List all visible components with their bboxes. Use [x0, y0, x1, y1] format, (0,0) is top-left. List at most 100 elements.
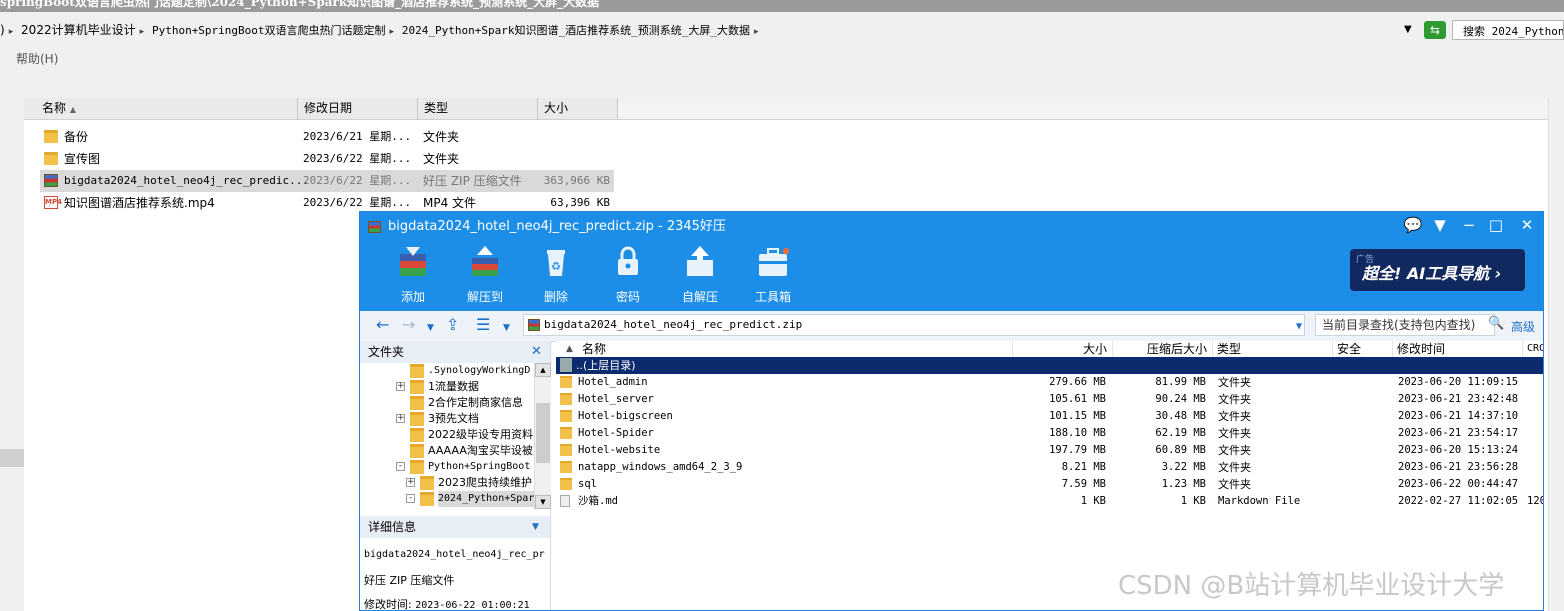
- back-arrow-icon[interactable]: ←: [376, 317, 389, 333]
- refresh-button[interactable]: ⇆: [1424, 21, 1446, 39]
- list-row[interactable]: Hotel-bigscreen 101.15 MB 30.48 MB 文件夹 2023-…: [556, 408, 1543, 425]
- chevron-right-icon[interactable]: ▸: [390, 27, 395, 37]
- menu-dropdown-icon[interactable]: ▼: [1428, 214, 1452, 236]
- tree-item-selected[interactable]: - 2024_Python+Spar: [360, 491, 535, 507]
- file-row[interactable]: 备份 2023/6/21 星期... 文件夹: [40, 126, 614, 148]
- close-icon[interactable]: ✕: [1515, 214, 1539, 236]
- list-col-packed[interactable]: 压缩后大小: [1112, 341, 1207, 358]
- address-dropdown-icon[interactable]: ▼: [1404, 24, 1412, 35]
- tree-item[interactable]: + 3预先文档: [360, 411, 535, 427]
- list-col-mtime[interactable]: 修改时间: [1392, 341, 1521, 358]
- minimize-icon[interactable]: −: [1457, 214, 1481, 236]
- in-archive-search-input[interactable]: 当前目录查找(支持包内查找): [1315, 314, 1495, 336]
- expand-icon[interactable]: +: [396, 414, 405, 423]
- file-name: bigdata2024_hotel_neo4j_rec_predic...: [64, 174, 310, 187]
- ad-banner[interactable]: 广告 超全! AI工具导航 ›: [1350, 249, 1525, 291]
- folder-icon: [410, 380, 424, 394]
- add-button[interactable]: 添加: [383, 242, 443, 304]
- scroll-up-icon[interactable]: ▲: [535, 363, 551, 377]
- lock-icon: [618, 246, 638, 275]
- self-extract-button[interactable]: 自解压: [670, 242, 730, 304]
- list-row[interactable]: natapp_windows_amd64_2_3_9 8.21 MB 3.22 MB…: [556, 459, 1543, 476]
- folder-icon: [410, 460, 424, 474]
- view-dropdown-icon[interactable]: ▼: [503, 320, 510, 336]
- breadcrumb-item[interactable]: 2022计算机毕业设计: [21, 23, 136, 37]
- tree-item[interactable]: .SynologyWorkingD: [360, 363, 535, 379]
- navigation-pane-selection[interactable]: [0, 449, 24, 467]
- item-crc: 120: [1527, 495, 1543, 507]
- list-row[interactable]: Hotel_server 105.61 MB 90.24 MB 文件夹 2023-06-…: [556, 391, 1543, 408]
- list-row[interactable]: sql 7.59 MB 1.23 MB 文件夹 2023-06-22 00:44:47: [556, 476, 1543, 493]
- tree-item[interactable]: - Python+SpringBoot: [360, 459, 535, 475]
- tree-item[interactable]: 2合作定制商家信息: [360, 395, 535, 411]
- chevron-right-icon[interactable]: ▸: [140, 27, 145, 37]
- list-col-security[interactable]: 安全: [1332, 341, 1391, 358]
- password-button[interactable]: 密码: [598, 242, 658, 304]
- list-row[interactable]: Hotel-website 197.79 MB 60.89 MB 文件夹 2023-06…: [556, 442, 1543, 459]
- breadcrumb-chevron-icon[interactable]: ): [0, 23, 5, 37]
- column-header-size[interactable]: 大小: [538, 98, 618, 119]
- chevron-right-icon[interactable]: ▸: [754, 27, 759, 37]
- path-dropdown-icon[interactable]: ▼: [1296, 317, 1302, 337]
- column-header-name[interactable]: 名称 ▲: [24, 98, 298, 119]
- view-list-icon[interactable]: ☰: [476, 317, 490, 333]
- zip-archive-icon: [44, 174, 58, 187]
- forward-arrow-icon[interactable]: →: [402, 317, 415, 333]
- collapse-icon[interactable]: -: [406, 494, 415, 503]
- tree-item[interactable]: + 1流量数据: [360, 379, 535, 395]
- expand-icon[interactable]: +: [396, 382, 405, 391]
- toolbox-button[interactable]: 工具箱: [743, 242, 803, 304]
- item-type: 文件夹: [1218, 444, 1251, 457]
- scroll-thumb[interactable]: [536, 403, 550, 463]
- breadcrumb-item[interactable]: 2024_Python+Spark知识图谱_酒店推荐系统_预测系统_大屏_大数据: [402, 24, 750, 37]
- scrollbar[interactable]: [1548, 98, 1564, 611]
- list-row[interactable]: Hotel_admin 279.66 MB 81.99 MB 文件夹 2023-06-2…: [556, 374, 1543, 391]
- menu-help[interactable]: 帮助(H): [16, 50, 58, 67]
- details-filetype: 好压 ZIP 压缩文件: [364, 574, 455, 587]
- search-icon[interactable]: 🔍: [1488, 316, 1504, 331]
- advanced-search-link[interactable]: 高级: [1511, 318, 1535, 335]
- chevron-right-icon[interactable]: ▸: [9, 27, 14, 37]
- tree-scrollbar[interactable]: ▲ ▼: [534, 363, 551, 509]
- search-input[interactable]: 搜索 2024_Python+: [1452, 20, 1564, 40]
- collapse-icon[interactable]: -: [396, 462, 405, 471]
- list-col-size[interactable]: 大小: [1012, 341, 1107, 358]
- tree-item[interactable]: AAAAA淘宝买毕设被: [360, 443, 535, 459]
- list-col-crc[interactable]: CRC: [1522, 341, 1543, 358]
- navigation-pane: [0, 98, 24, 611]
- file-row[interactable]: 宣传图 2023/6/22 星期... 文件夹: [40, 148, 614, 170]
- item-type: Markdown File: [1218, 495, 1301, 507]
- archive-path-field[interactable]: bigdata2024_hotel_neo4j_rec_predict.zip …: [523, 314, 1305, 336]
- item-size: 7.59 MB: [1061, 478, 1106, 490]
- list-row[interactable]: 沙箱.md 1 KB 1 KB Markdown File 2022-02-27 11:…: [556, 493, 1543, 510]
- up-folder-icon[interactable]: ⇪: [446, 317, 459, 333]
- column-header-type[interactable]: 类型: [418, 98, 538, 119]
- delete-button[interactable]: ♻ 删除: [526, 242, 586, 304]
- list-col-type[interactable]: 类型: [1212, 341, 1331, 358]
- scroll-down-icon[interactable]: ▼: [535, 495, 551, 509]
- item-packed: 60.89 MB: [1155, 444, 1206, 456]
- list-row[interactable]: Hotel-Spider 188.10 MB 62.19 MB 文件夹 2023-06-…: [556, 425, 1543, 442]
- folder-icon: [420, 492, 434, 506]
- maximize-icon[interactable]: □: [1484, 214, 1508, 236]
- file-type: 文件夹: [423, 152, 460, 166]
- details-dropdown-icon[interactable]: ▼: [532, 516, 539, 538]
- column-header-date[interactable]: 修改日期: [298, 98, 418, 119]
- tree-item[interactable]: + 2023爬虫持续维护: [360, 475, 535, 491]
- history-dropdown-icon[interactable]: ▼: [427, 320, 434, 336]
- extract-to-button[interactable]: 解压到: [455, 242, 515, 304]
- list-col-name[interactable]: 名称: [582, 341, 607, 358]
- tree-item[interactable]: 2022级毕设专用资料: [360, 427, 535, 443]
- item-size: 188.10 MB: [1049, 427, 1106, 439]
- feedback-icon[interactable]: 💬: [1401, 214, 1425, 236]
- folder-icon: [410, 428, 424, 442]
- file-date: 2023/6/22 星期...: [303, 174, 412, 187]
- item-mtime: 2023-06-21 14:37:10: [1398, 410, 1519, 422]
- item-type: 文件夹: [1218, 427, 1251, 440]
- breadcrumb-item[interactable]: Python+SpringBoot双语言爬虫热门话题定制: [152, 24, 386, 37]
- list-row-parent[interactable]: ..(上层目录): [556, 357, 1543, 374]
- file-row-selected[interactable]: bigdata2024_hotel_neo4j_rec_predic... 20…: [40, 170, 614, 192]
- item-name: natapp_windows_amd64_2_3_9: [578, 461, 743, 473]
- expand-icon[interactable]: +: [406, 478, 415, 487]
- close-pane-icon[interactable]: ✕: [531, 341, 542, 363]
